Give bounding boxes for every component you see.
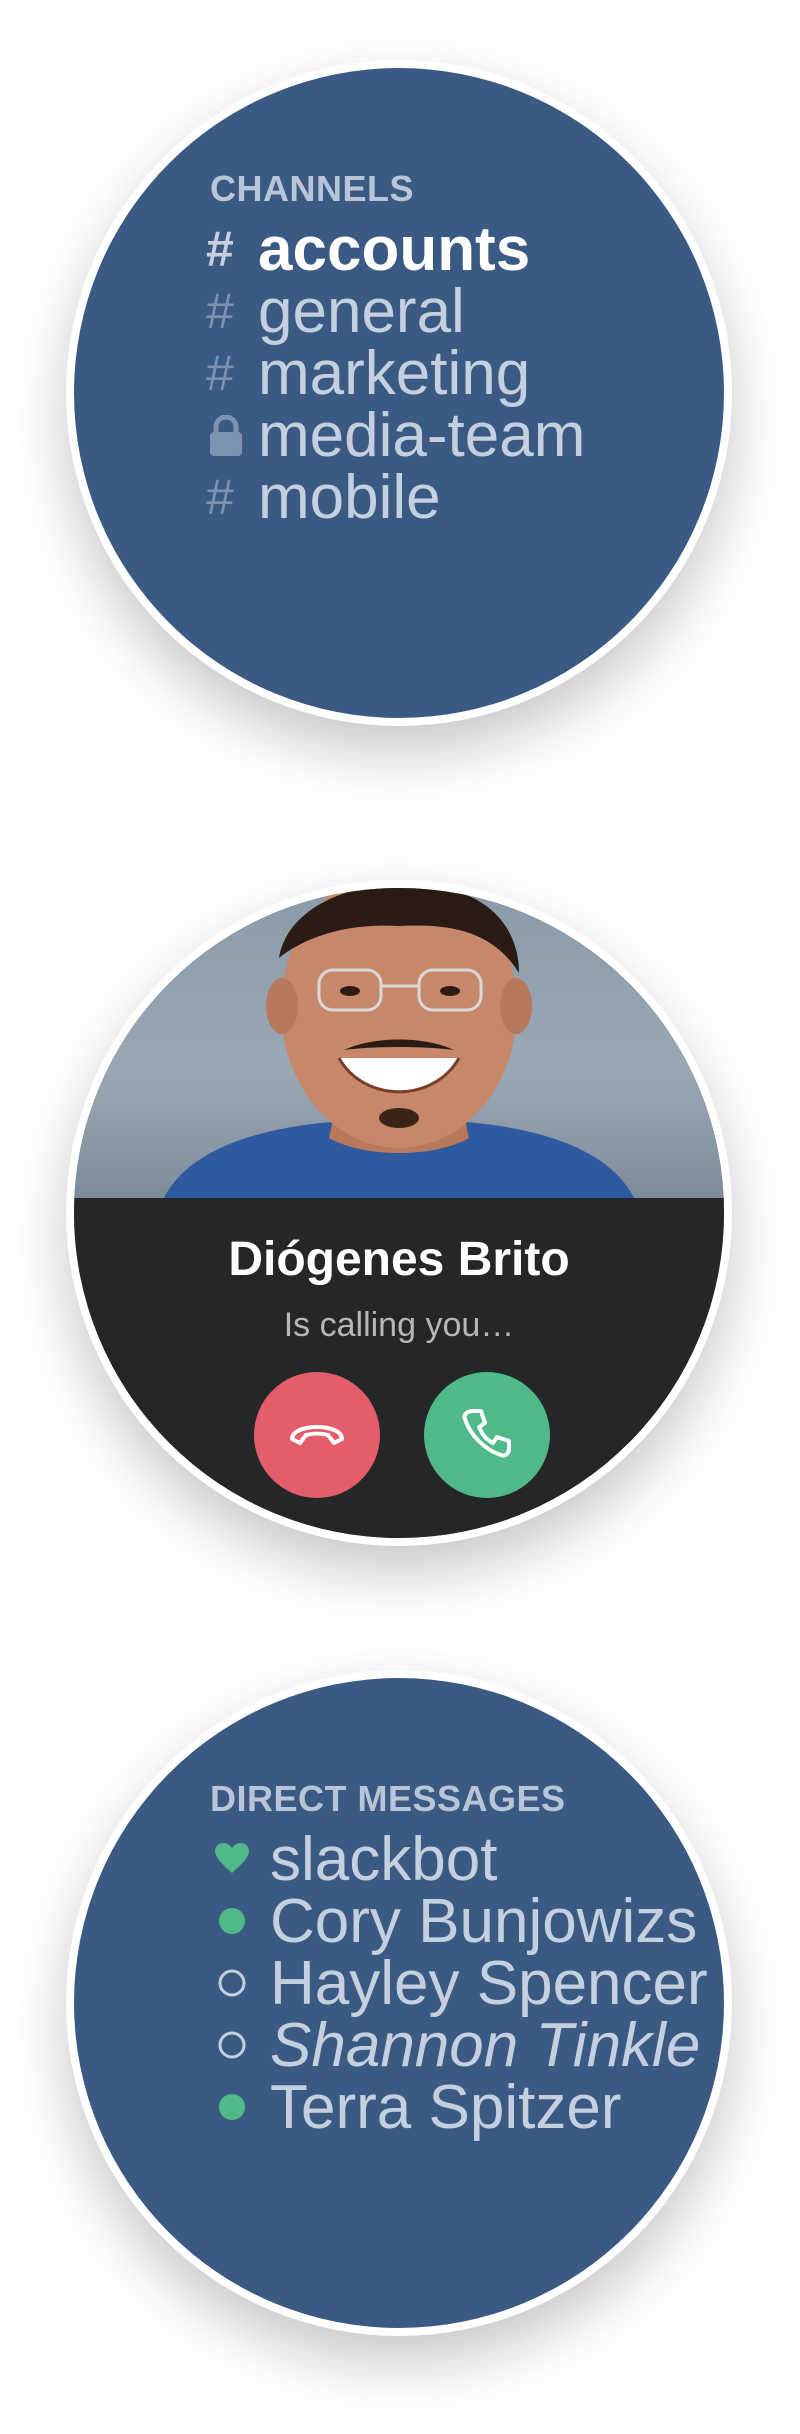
- hang-up-icon: [286, 1413, 348, 1458]
- online-dot-icon: [206, 1906, 258, 1936]
- dm-label: Cory Bunjowizs: [270, 1886, 698, 1956]
- direct-messages-panel: DIRECT MESSAGES slackbot Cory Bunjowizs …: [74, 1678, 724, 2328]
- direct-messages-title: DIRECT MESSAGES: [210, 1778, 566, 1819]
- hash-icon: #: [206, 283, 234, 339]
- dm-item-terra-spitzer[interactable]: Terra Spitzer: [206, 2072, 621, 2142]
- hash-icon: #: [206, 345, 234, 401]
- dm-item-shannon-tinkle[interactable]: Shannon Tinkle: [206, 2010, 700, 2080]
- away-ring-icon: [206, 1968, 258, 1998]
- lock-icon: [206, 415, 258, 456]
- call-status: Is calling you…: [283, 1306, 515, 1344]
- channel-item-general[interactable]: # general: [206, 276, 465, 346]
- dm-label: slackbot: [270, 1824, 498, 1894]
- phone-icon: [459, 1405, 515, 1466]
- decline-call-button[interactable]: [254, 1372, 380, 1498]
- caller-photo: [74, 888, 724, 1198]
- dm-item-slackbot[interactable]: slackbot: [206, 1824, 497, 1894]
- channel-item-media-team[interactable]: media-team: [206, 400, 585, 470]
- channel-item-mobile[interactable]: # mobile: [206, 462, 441, 532]
- dm-label: Terra Spitzer: [270, 2072, 622, 2142]
- channel-item-marketing[interactable]: # marketing: [206, 338, 530, 408]
- hash-icon: #: [206, 469, 234, 525]
- direct-messages-watch: DIRECT MESSAGES slackbot Cory Bunjowizs …: [66, 1670, 732, 2336]
- incoming-call-panel: Diógenes Brito Is calling you…: [74, 888, 724, 1538]
- caller-name: Diógenes Brito: [228, 1233, 570, 1286]
- away-ring-icon: [206, 2030, 258, 2060]
- dm-item-hayley-spencer[interactable]: Hayley Spencer: [206, 1948, 708, 2018]
- hash-icon: #: [206, 221, 234, 277]
- channel-label: accounts: [258, 214, 531, 284]
- channels-panel: CHANNELS # accounts # general # marketin…: [74, 68, 724, 718]
- dm-label: Shannon Tinkle: [270, 2010, 701, 2080]
- incoming-call-watch: Diógenes Brito Is calling you…: [66, 880, 732, 1546]
- accept-call-button[interactable]: [424, 1372, 550, 1498]
- channel-label: mobile: [258, 462, 441, 532]
- online-dot-icon: [206, 2092, 258, 2122]
- channel-label: general: [258, 276, 465, 346]
- dm-label: Hayley Spencer: [270, 1948, 708, 2018]
- heart-icon: [206, 1843, 258, 1875]
- channel-item-accounts[interactable]: # accounts: [206, 214, 530, 284]
- channels-title: CHANNELS: [210, 168, 415, 209]
- channel-label: marketing: [258, 338, 531, 408]
- channels-watch: CHANNELS # accounts # general # marketin…: [66, 60, 732, 726]
- channel-label: media-team: [258, 400, 586, 470]
- dm-item-cory-bunjowizs[interactable]: Cory Bunjowizs: [206, 1886, 697, 1956]
- call-info: Diógenes Brito Is calling you…: [74, 1198, 724, 1538]
